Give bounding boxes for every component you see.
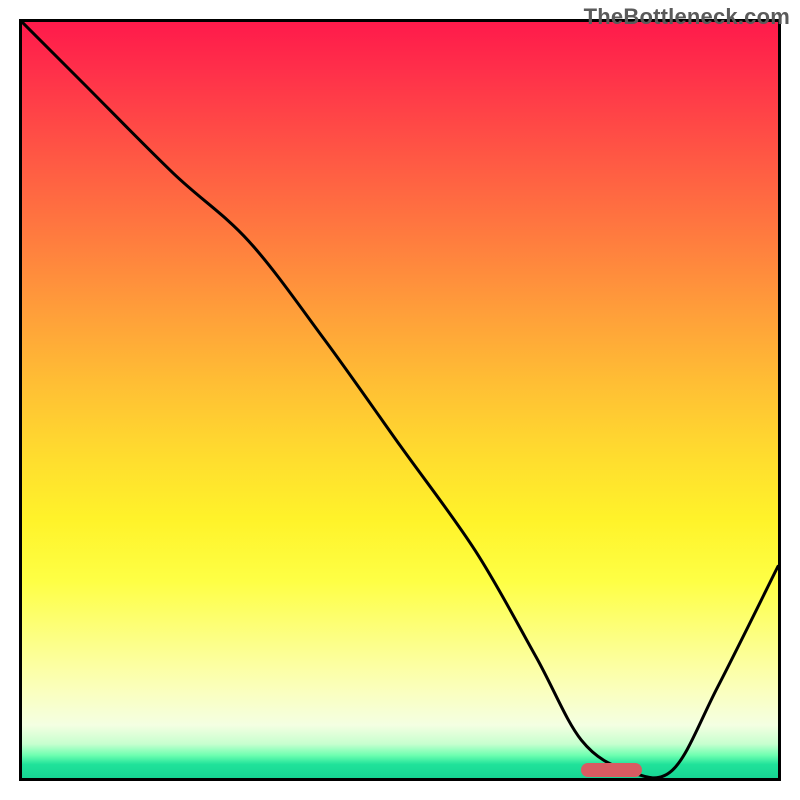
plot-area: [19, 19, 781, 781]
optimal-range-marker: [581, 763, 641, 777]
watermark-text: TheBottleneck.com: [584, 4, 790, 30]
bottleneck-curve-line: [22, 22, 778, 778]
chart-container: TheBottleneck.com: [0, 0, 800, 800]
